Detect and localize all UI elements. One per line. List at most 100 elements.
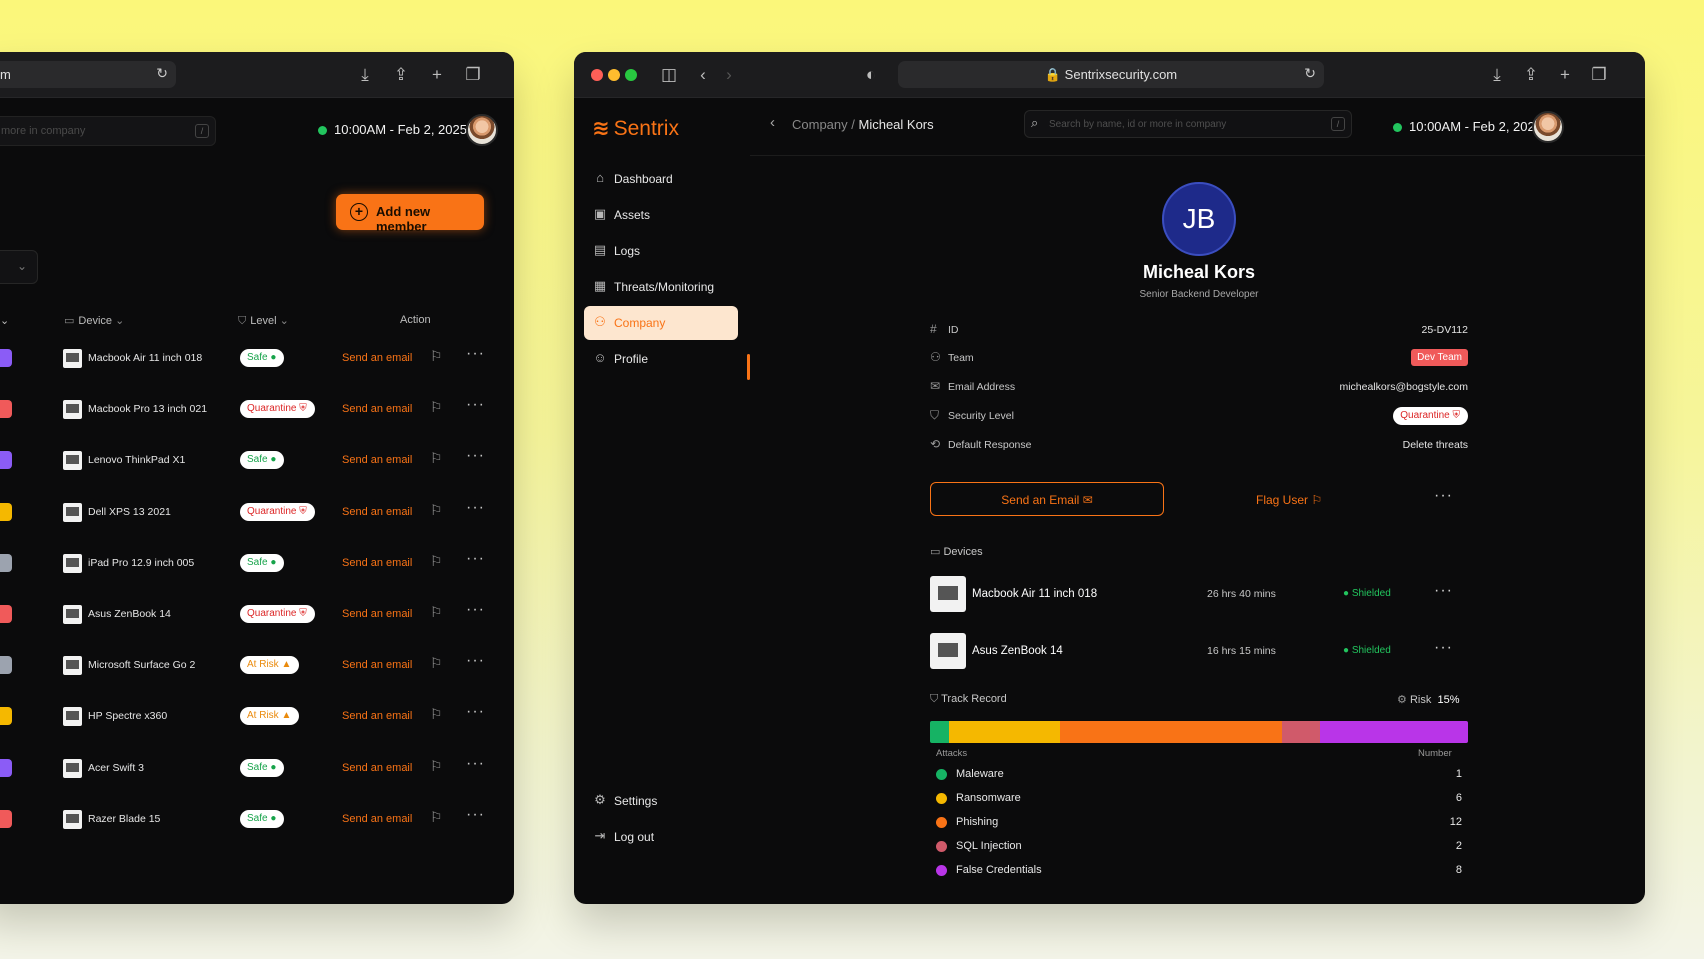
send-email-link[interactable]: Send an email bbox=[342, 506, 412, 518]
more-options-icon[interactable]: ··· bbox=[1434, 487, 1453, 505]
more-options-icon[interactable]: ··· bbox=[466, 806, 485, 824]
more-options-icon[interactable]: ··· bbox=[1434, 582, 1453, 600]
sidebar-item-assets[interactable]: ▣ Assets bbox=[584, 198, 738, 232]
send-email-button[interactable]: Send an Email ✉ bbox=[930, 482, 1164, 516]
more-options-icon[interactable]: ··· bbox=[466, 755, 485, 773]
privacy-shield-icon[interactable]: ◐ bbox=[860, 64, 882, 86]
download-icon[interactable]: ⤓ bbox=[1486, 64, 1508, 86]
add-new-member-button[interactable]: + Add new member bbox=[336, 194, 484, 234]
flag-icon[interactable]: ⚐ bbox=[430, 399, 443, 416]
user-avatar[interactable] bbox=[466, 114, 498, 146]
send-email-link[interactable]: Send an email bbox=[342, 813, 412, 825]
more-options-icon[interactable]: ··· bbox=[466, 396, 485, 414]
device-row[interactable]: Asus ZenBook 14 16 hrs 15 mins ● Shielded ·… bbox=[930, 633, 1468, 669]
tabs-overview-icon[interactable]: ❐ bbox=[1588, 64, 1610, 86]
sidebar-item-threats-monitoring[interactable]: ▦ Threats/Monitoring bbox=[584, 270, 738, 304]
share-icon[interactable]: ⇪ bbox=[390, 64, 412, 86]
send-email-link[interactable]: Send an email bbox=[342, 557, 412, 569]
sidebar-toggle-icon[interactable]: ◫ bbox=[658, 64, 680, 86]
more-options-icon[interactable]: ··· bbox=[1434, 639, 1453, 657]
team-tag[interactable] bbox=[0, 809, 12, 828]
sort-chevron-icon: ⌄ bbox=[115, 315, 125, 327]
sidebar-item-settings[interactable]: ⚙ Settings bbox=[584, 784, 738, 818]
new-tab-icon[interactable]: + bbox=[1554, 64, 1576, 86]
tabs-overview-icon[interactable]: ❐ bbox=[462, 64, 484, 86]
send-email-link[interactable]: Send an email bbox=[342, 710, 412, 722]
address-bar[interactable]: m ↻ bbox=[0, 61, 176, 88]
team-tag[interactable] bbox=[0, 349, 12, 367]
team-tag[interactable] bbox=[0, 758, 12, 777]
flag-icon[interactable]: ⚐ bbox=[430, 553, 443, 570]
device-row[interactable]: Macbook Air 11 inch 018 26 hrs 40 mins ● S… bbox=[930, 576, 1468, 612]
more-options-icon[interactable]: ··· bbox=[466, 447, 485, 465]
more-options-icon[interactable]: ··· bbox=[466, 550, 485, 568]
sidebar-item-logs[interactable]: ▤ Logs bbox=[584, 234, 738, 268]
more-options-icon[interactable]: ··· bbox=[466, 499, 485, 517]
address-bar[interactable]: 🔒 Sentrixsecurity.com ↻ bbox=[898, 61, 1324, 88]
filter-dropdown[interactable]: ⌄ bbox=[0, 250, 38, 284]
share-icon[interactable]: ⇪ bbox=[1520, 64, 1542, 86]
minimize-window-button[interactable] bbox=[608, 69, 620, 81]
response-icon: ⟲ bbox=[930, 437, 941, 451]
send-email-link[interactable]: Send an email bbox=[342, 454, 412, 466]
legend-label: False Credentials bbox=[956, 864, 1042, 876]
flag-icon[interactable]: ⚐ bbox=[430, 604, 443, 621]
search-input[interactable]: ⌕ Search by name, id or more in company … bbox=[1024, 110, 1352, 138]
risk-indicator: ⚙ Risk 15% bbox=[1397, 693, 1459, 706]
more-options-icon[interactable]: ··· bbox=[466, 652, 485, 670]
more-options-icon[interactable]: ··· bbox=[466, 345, 485, 363]
team-tag[interactable] bbox=[0, 656, 12, 675]
flag-icon[interactable]: ⚐ bbox=[430, 809, 443, 826]
table-row: Razer Blade 15 Safe ● Send an email ⚐ ··· bbox=[0, 801, 514, 837]
device-thumbnail bbox=[930, 633, 966, 669]
send-email-link[interactable]: Send an email bbox=[342, 352, 412, 364]
flag-icon[interactable]: ⚐ bbox=[430, 502, 443, 519]
team-tag[interactable] bbox=[0, 400, 12, 419]
more-options-icon[interactable]: ··· bbox=[466, 601, 485, 619]
more-options-icon[interactable]: ··· bbox=[466, 703, 485, 721]
send-email-link[interactable]: Send an email bbox=[342, 403, 412, 415]
team-tag[interactable] bbox=[0, 451, 12, 470]
sidebar-item-log-out[interactable]: ⇥ Log out bbox=[584, 820, 738, 854]
breadcrumb-parent[interactable]: Company / bbox=[792, 117, 855, 132]
team-tag[interactable] bbox=[0, 707, 12, 726]
brand-logo[interactable]: ≋ Sentrix bbox=[592, 116, 679, 141]
sidebar-item-label: Company bbox=[614, 316, 666, 330]
sidebar-item-profile[interactable]: ☺ Profile bbox=[584, 342, 738, 376]
send-email-link[interactable]: Send an email bbox=[342, 762, 412, 774]
response-label: Default Response bbox=[948, 439, 1032, 451]
team-tag[interactable]: Dev Team bbox=[1411, 349, 1468, 366]
reload-icon[interactable]: ↻ bbox=[156, 65, 168, 82]
user-avatar[interactable] bbox=[1532, 111, 1564, 143]
flag-icon[interactable]: ⚐ bbox=[430, 450, 443, 467]
download-icon[interactable]: ⤓ bbox=[354, 64, 376, 86]
sidebar-item-company[interactable]: ⚇ Company bbox=[584, 306, 738, 340]
send-email-link[interactable]: Send an email bbox=[342, 608, 412, 620]
back-arrow-icon[interactable]: ‹ bbox=[692, 64, 714, 86]
sort-chevron-icon[interactable]: ⌄ bbox=[0, 314, 9, 327]
security-label: Security Level bbox=[948, 410, 1014, 422]
email-value[interactable]: michealkors@bogstyle.com bbox=[1339, 381, 1468, 393]
sidebar-item-dashboard[interactable]: ⌂ Dashboard bbox=[584, 162, 738, 196]
back-chevron-icon[interactable]: ‹ bbox=[770, 114, 775, 131]
maximize-window-button[interactable] bbox=[625, 69, 637, 81]
team-tag[interactable] bbox=[0, 553, 12, 572]
close-window-button[interactable] bbox=[591, 69, 603, 81]
security-level-badge: Quarantine ⛨ bbox=[1393, 407, 1468, 425]
flag-user-button[interactable]: Flag User ⚐ bbox=[1256, 493, 1322, 507]
flag-icon[interactable]: ⚐ bbox=[430, 348, 443, 365]
search-input[interactable]: more in company / bbox=[0, 116, 216, 146]
level-badge: Quarantine ⛨ bbox=[240, 400, 315, 419]
new-tab-icon[interactable]: + bbox=[426, 64, 448, 86]
add-member-label: Add new member bbox=[376, 204, 431, 234]
team-tag[interactable] bbox=[0, 502, 12, 521]
flag-icon[interactable]: ⚐ bbox=[430, 655, 443, 672]
flag-icon[interactable]: ⚐ bbox=[430, 706, 443, 723]
send-email-link[interactable]: Send an email bbox=[342, 659, 412, 671]
forward-arrow-icon[interactable]: › bbox=[718, 64, 740, 86]
column-header-level[interactable]: ⛉ Level ⌄ bbox=[238, 314, 293, 328]
column-header-device[interactable]: ▭ Device ⌄ bbox=[64, 314, 128, 327]
flag-icon[interactable]: ⚐ bbox=[430, 758, 443, 775]
reload-icon[interactable]: ↻ bbox=[1304, 65, 1316, 82]
team-tag[interactable] bbox=[0, 605, 12, 623]
